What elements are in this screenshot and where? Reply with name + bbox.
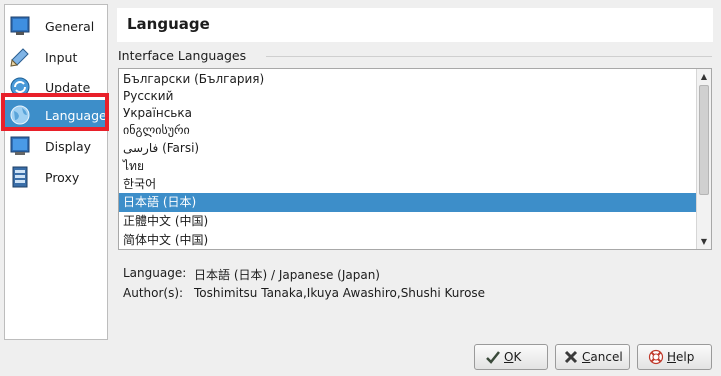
group-divider — [266, 56, 712, 57]
ok-button[interactable]: OK — [474, 344, 548, 370]
page-title: Language — [127, 15, 210, 33]
page-header: Language — [117, 8, 713, 42]
sidebar-item-label: Display — [45, 138, 92, 154]
help-button-label: Help — [667, 350, 695, 364]
sidebar-item-label: Language — [45, 107, 107, 123]
list-item[interactable]: 简体中文 (中国) — [119, 231, 697, 249]
scroll-up-arrow-icon[interactable]: ▲ — [697, 69, 711, 84]
sidebar-item-language[interactable]: Language — [5, 100, 109, 130]
language-info-value: 日本語 (日本) / Japanese (Japan) — [194, 268, 380, 282]
sidebar-item-label: Input — [45, 49, 78, 65]
help-button[interactable]: Help — [637, 344, 712, 370]
refresh-globe-icon — [10, 77, 30, 97]
sidebar-item-label: Proxy — [45, 169, 80, 185]
list-item[interactable]: 正體中文 (中国) — [119, 212, 697, 231]
pencil-icon — [10, 48, 29, 67]
sidebar-item-label: Update — [45, 79, 91, 95]
cancel-button-label: Cancel — [582, 350, 623, 364]
server-icon — [12, 166, 28, 188]
list-item[interactable]: ไทย — [119, 157, 697, 176]
sidebar-item-update[interactable]: Update — [5, 72, 109, 102]
monitor-icon — [10, 16, 30, 35]
sidebar-item-display[interactable]: Display — [5, 131, 109, 161]
sidebar-item-input[interactable]: Input — [5, 42, 109, 72]
language-info-label: Language: — [123, 266, 187, 280]
list-scrollbar[interactable]: ▲ ▼ — [696, 69, 711, 249]
cancel-x-icon — [564, 350, 578, 364]
list-item[interactable]: ინგლისური — [119, 121, 697, 140]
sidebar-item-label: General — [45, 18, 95, 34]
cancel-button[interactable]: Cancel — [555, 344, 630, 370]
sidebar-item-general[interactable]: General — [5, 11, 109, 41]
authors-info-value: Toshimitsu Tanaka,Ikuya Awashiro,Shushi … — [194, 286, 486, 300]
authors-info-label: Author(s): — [123, 286, 184, 300]
list-item[interactable]: فارسی (Farsi) — [119, 139, 697, 158]
ok-button-label: OK — [504, 350, 522, 364]
list-item-selected[interactable]: 日本語 (日本) — [119, 193, 697, 212]
language-list[interactable]: Български (България) Русский Українська … — [118, 68, 712, 250]
list-item[interactable]: 한국어 — [119, 175, 697, 194]
scroll-down-arrow-icon[interactable]: ▼ — [697, 234, 711, 249]
settings-sidebar: General Input Update Language Display Pr… — [4, 4, 109, 340]
display-icon — [10, 136, 30, 155]
checkmark-icon — [486, 351, 500, 364]
sidebar-item-proxy[interactable]: Proxy — [5, 162, 109, 192]
scroll-thumb[interactable] — [699, 85, 709, 195]
interface-languages-label: Interface Languages — [118, 48, 247, 63]
help-lifebuoy-icon — [648, 349, 664, 365]
globe-icon — [10, 105, 30, 125]
